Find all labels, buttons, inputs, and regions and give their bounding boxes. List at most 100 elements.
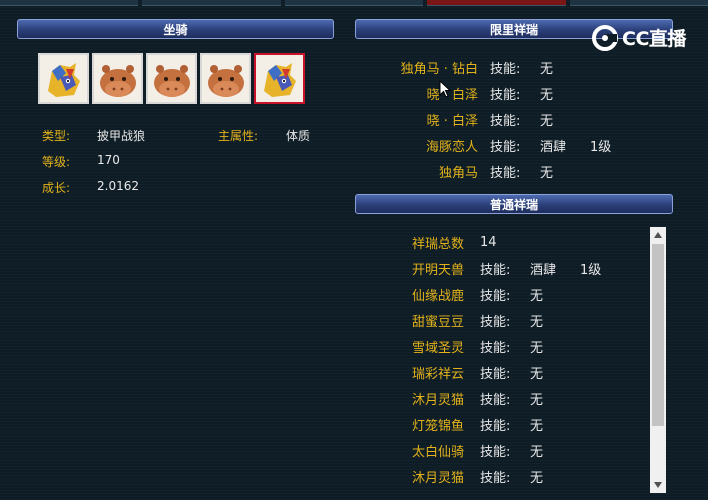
mount-slot-1[interactable] [38,53,89,104]
logo-text: CC直播 [622,28,686,50]
total-row: 祥瑞总数 14 [412,229,644,255]
type-value: 披甲战狼 [97,129,146,143]
growth-label: 成长: [42,181,71,195]
list-item[interactable]: 开明天兽 技能: 酒肆 1级 [412,255,644,281]
skill-value: 无 [530,470,544,486]
skill-label: 技能: [480,340,511,356]
list-item[interactable]: 雪域圣灵 技能: 无 [412,333,644,359]
normal-panel-header: 普通祥瑞 [355,194,673,214]
skill-value: 无 [530,288,544,304]
mount-name: 晓 · 白泽 [426,113,478,129]
mount-name: 开明天兽 [412,262,465,278]
mount-panel-header: 坐骑 [17,19,334,39]
mount-name: 海豚恋人 [425,139,478,155]
list-item[interactable]: 甜蜜豆豆 技能: 无 [412,307,644,333]
mount-slot-3[interactable] [146,53,197,104]
list-item[interactable]: 晓 · 白泽 技能: 无 [362,80,672,106]
skill-value: 无 [530,444,544,460]
skill-label: 技能: [480,314,511,330]
top-tab[interactable] [0,0,139,6]
mount-name: 独角马 [438,165,478,181]
skill-label: 技能: [480,444,511,460]
list-item[interactable]: 晓 · 白泽 技能: 无 [362,106,672,132]
top-tab[interactable] [569,0,708,6]
list-item[interactable]: 灯笼锦鱼 技能: 无 [412,411,644,437]
list-item[interactable]: 独角马 技能: 无 [362,158,672,184]
scroll-up-button[interactable] [650,227,666,243]
mount-name: 仙缘战鹿 [412,288,465,304]
mount-name: 瑞彩祥云 [412,366,465,382]
type-label: 类型: [42,129,71,143]
skill-label: 技能: [490,139,521,155]
dragon-mount-icon [48,63,80,97]
mount-name: 沐月灵猫 [412,470,465,486]
skill-value: 无 [530,340,544,356]
list-item[interactable]: 瑞彩祥云 技能: 无 [412,359,644,385]
main-attr-label: 主属性: [218,129,259,143]
normal-list-scrollbar[interactable] [650,227,666,493]
growth-value: 2.0162 [97,179,139,193]
total-label: 祥瑞总数 [412,236,465,252]
skill-value: 无 [540,61,554,77]
top-tab-strip [0,0,708,6]
top-tab[interactable] [142,0,281,6]
skill-label: 技能: [480,470,511,486]
skill-value: 酒肆 [540,139,567,155]
hippo-mount-icon [154,65,190,97]
level-label: 等级: [42,155,71,169]
skill-value: 酒肆 [530,262,557,278]
skill-label: 技能: [480,392,511,408]
mount-slot-4[interactable] [200,53,251,104]
mount-name: 独角马 · 钻白 [400,61,478,77]
dragon-mount-icon [264,63,296,97]
skill-label: 技能: [490,61,521,77]
list-item[interactable]: 独角马 · 钻白 技能: 无 [362,54,672,80]
list-item[interactable]: 太白仙骑 技能: 无 [412,437,644,463]
skill-label: 技能: [480,288,511,304]
cc-logo-icon [592,24,618,51]
skill-value: 无 [530,418,544,434]
limited-panel-title: 限里祥瑞 [489,23,538,37]
top-tab[interactable] [284,0,424,6]
list-item[interactable]: 海豚恋人 技能: 酒肆 1级 [362,132,672,158]
skill-value: 无 [540,87,554,103]
scroll-thumb[interactable] [652,244,664,426]
mount-slot-5-selected[interactable] [254,53,305,104]
level-value: 170 [97,153,120,167]
mount-slots [38,53,314,109]
hippo-mount-icon [208,65,244,97]
hippo-mount-icon [100,65,136,97]
skill-value: 无 [540,165,554,181]
skill-level: 1级 [590,139,612,155]
mount-panel-title: 坐骑 [163,23,188,37]
skill-value: 无 [540,113,554,129]
arrow-down-icon [654,482,662,488]
limited-mount-list: 独角马 · 钻白 技能: 无 晓 · 白泽 技能: 无 晓 · 白泽 技能: 无… [362,54,672,184]
mount-name: 甜蜜豆豆 [412,314,465,330]
mount-slot-2[interactable] [92,53,143,104]
main-attr-value: 体质 [286,129,311,143]
normal-panel-title: 普通祥瑞 [489,198,538,212]
top-tab-active[interactable] [427,0,566,6]
normal-mount-list: 祥瑞总数 14 开明天兽 技能: 酒肆 1级 仙缘战鹿 技能: 无 甜蜜豆豆 技… [412,229,644,489]
list-item[interactable]: 沐月灵猫 技能: 无 [412,463,644,489]
skill-label: 技能: [490,113,521,129]
skill-value: 无 [530,366,544,382]
skill-label: 技能: [490,87,521,103]
skill-label: 技能: [480,418,511,434]
arrow-up-icon [654,232,662,238]
skill-level: 1级 [580,262,602,278]
mount-name: 灯笼锦鱼 [412,418,465,434]
mount-name: 沐月灵猫 [412,392,465,408]
mouse-cursor-icon [439,80,451,98]
scroll-down-button[interactable] [650,477,666,493]
cc-live-logo: CC直播 [592,24,686,51]
skill-value: 无 [530,392,544,408]
mount-name: 太白仙骑 [412,444,465,460]
skill-label: 技能: [480,262,511,278]
list-item[interactable]: 沐月灵猫 技能: 无 [412,385,644,411]
skill-value: 无 [530,314,544,330]
list-item[interactable]: 仙缘战鹿 技能: 无 [412,281,644,307]
total-value: 14 [480,234,497,250]
mount-name: 雪域圣灵 [412,340,465,356]
